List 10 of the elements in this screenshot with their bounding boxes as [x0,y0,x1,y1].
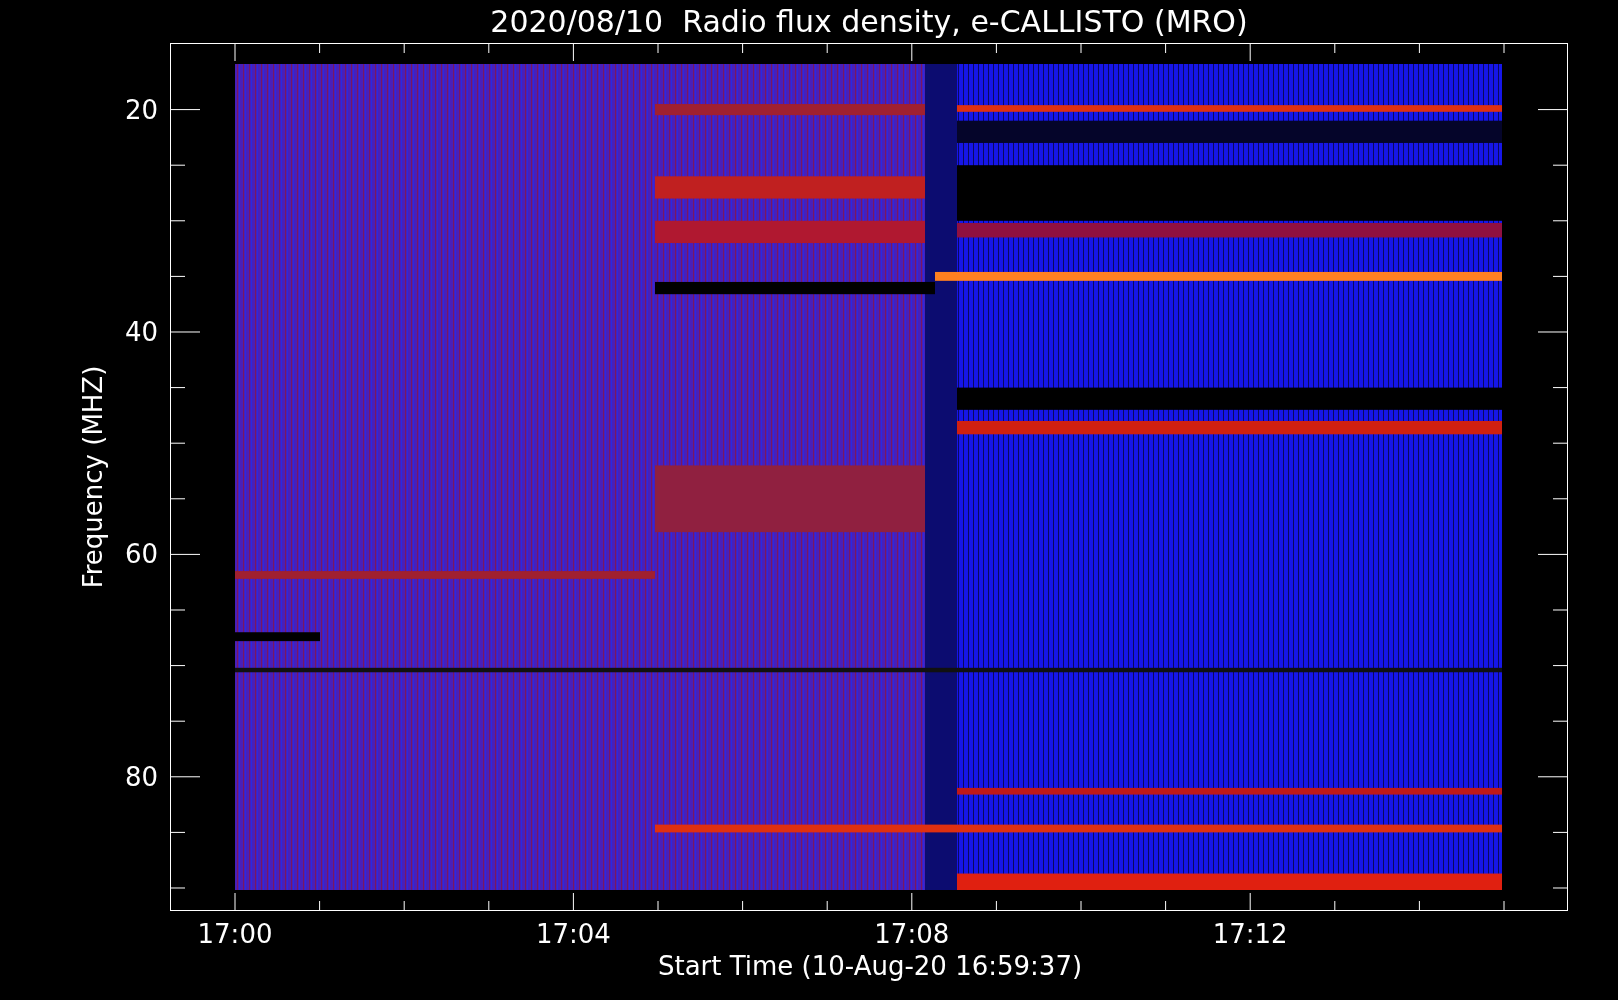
y-axis-title: Frequency (MHZ) [78,365,108,589]
x-tick-label: 17:12 [1211,919,1289,949]
x-tick-label: 17:08 [873,919,951,949]
x-axis-title: Start Time (10-Aug-20 16:59:37) [656,951,1084,981]
x-tick-label: 17:04 [534,919,612,949]
x-tick-label: 17:00 [196,919,274,949]
y-tick-label: 40 [123,317,158,347]
chart-title: 2020/08/10 Radio flux density, e-CALLISTO (MRO) [489,3,1249,41]
y-tick-label: 80 [123,761,158,792]
y-tick-label: 20 [123,94,158,125]
